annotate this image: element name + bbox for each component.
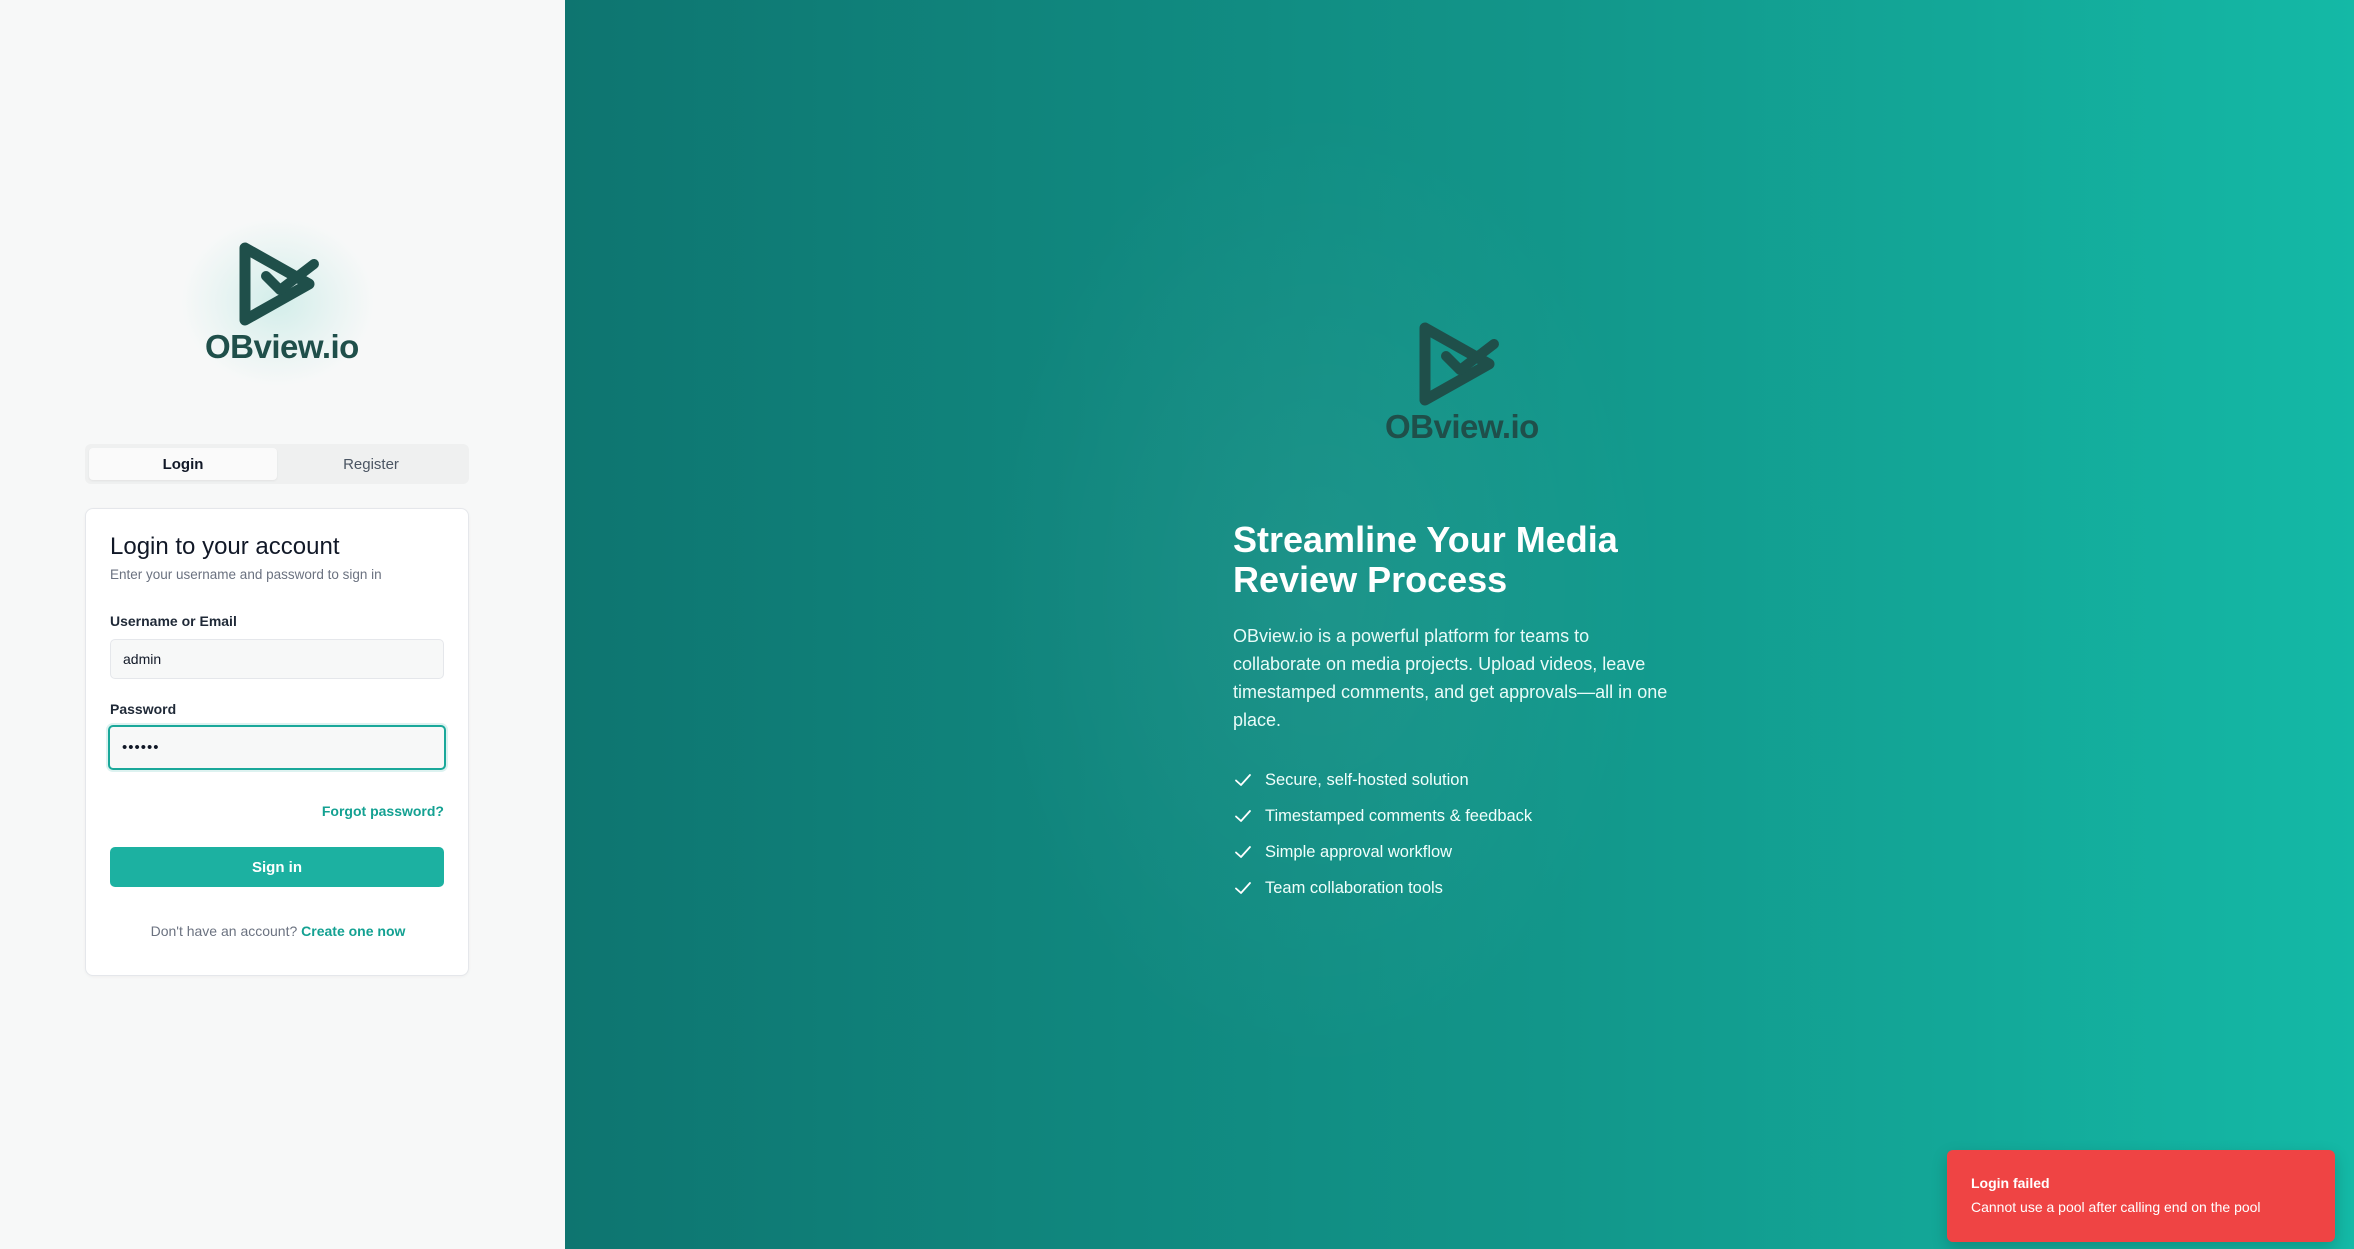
feature-label: Simple approval workflow bbox=[1265, 842, 1453, 861]
auth-tabs: Login Register bbox=[85, 444, 469, 484]
feature-label: Secure, self-hosted solution bbox=[1265, 770, 1469, 789]
feature-item: Secure, self-hosted solution bbox=[1233, 762, 1532, 798]
auth-panel: OBview.io Login Register Login to your a… bbox=[0, 0, 565, 1249]
promo-description: OBview.io is a powerful platform for tea… bbox=[1233, 626, 1668, 730]
username-label: Username or Email bbox=[110, 613, 237, 629]
promo-headline: Streamline Your Media Review Process bbox=[1233, 519, 1618, 600]
feature-item: Timestamped comments & feedback bbox=[1233, 798, 1532, 834]
play-check-logo-icon bbox=[239, 242, 319, 326]
promo-logo: OBview.io bbox=[1385, 314, 1539, 445]
check-icon bbox=[1235, 846, 1251, 858]
play-check-logo-icon bbox=[1419, 322, 1499, 406]
toast-message: Cannot use a pool after calling end on t… bbox=[1971, 1199, 2261, 1215]
check-icon bbox=[1235, 882, 1251, 894]
feature-label: Timestamped comments & feedback bbox=[1265, 806, 1533, 825]
check-icon bbox=[1235, 774, 1251, 786]
feature-item: Simple approval workflow bbox=[1233, 834, 1532, 870]
username-input[interactable] bbox=[110, 639, 444, 679]
login-title: Login to your account bbox=[110, 533, 340, 560]
feature-list: Secure, self-hosted solution Timestamped… bbox=[1233, 762, 1532, 906]
promo-brand-name: OBview.io bbox=[1385, 408, 1539, 445]
login-subtitle: Enter your username and password to sign… bbox=[110, 567, 382, 582]
check-icon bbox=[1235, 810, 1251, 822]
promo-panel: OBview.io Streamline Your Media Review P… bbox=[565, 0, 2354, 1249]
forgot-password-link[interactable]: Forgot password? bbox=[322, 803, 444, 819]
error-toast[interactable]: Login failed Cannot use a pool after cal… bbox=[1947, 1150, 2335, 1242]
toast-title: Login failed bbox=[1971, 1175, 2050, 1191]
tab-login[interactable]: Login bbox=[89, 448, 277, 480]
tab-register[interactable]: Register bbox=[277, 448, 465, 480]
brand-name: OBview.io bbox=[205, 328, 359, 365]
sign-in-button[interactable]: Sign in bbox=[110, 847, 444, 887]
no-account-text: Don't have an account? bbox=[150, 923, 298, 939]
feature-item: Team collaboration tools bbox=[1233, 870, 1532, 906]
create-account-prompt: Don't have an account? Create one now bbox=[86, 923, 470, 939]
password-label: Password bbox=[110, 701, 177, 717]
brand-logo: OBview.io bbox=[180, 217, 375, 387]
password-input[interactable] bbox=[108, 725, 446, 770]
feature-label: Team collaboration tools bbox=[1265, 878, 1443, 897]
login-card: Login to your account Enter your usernam… bbox=[85, 508, 469, 976]
create-account-link[interactable]: Create one now bbox=[301, 923, 405, 939]
